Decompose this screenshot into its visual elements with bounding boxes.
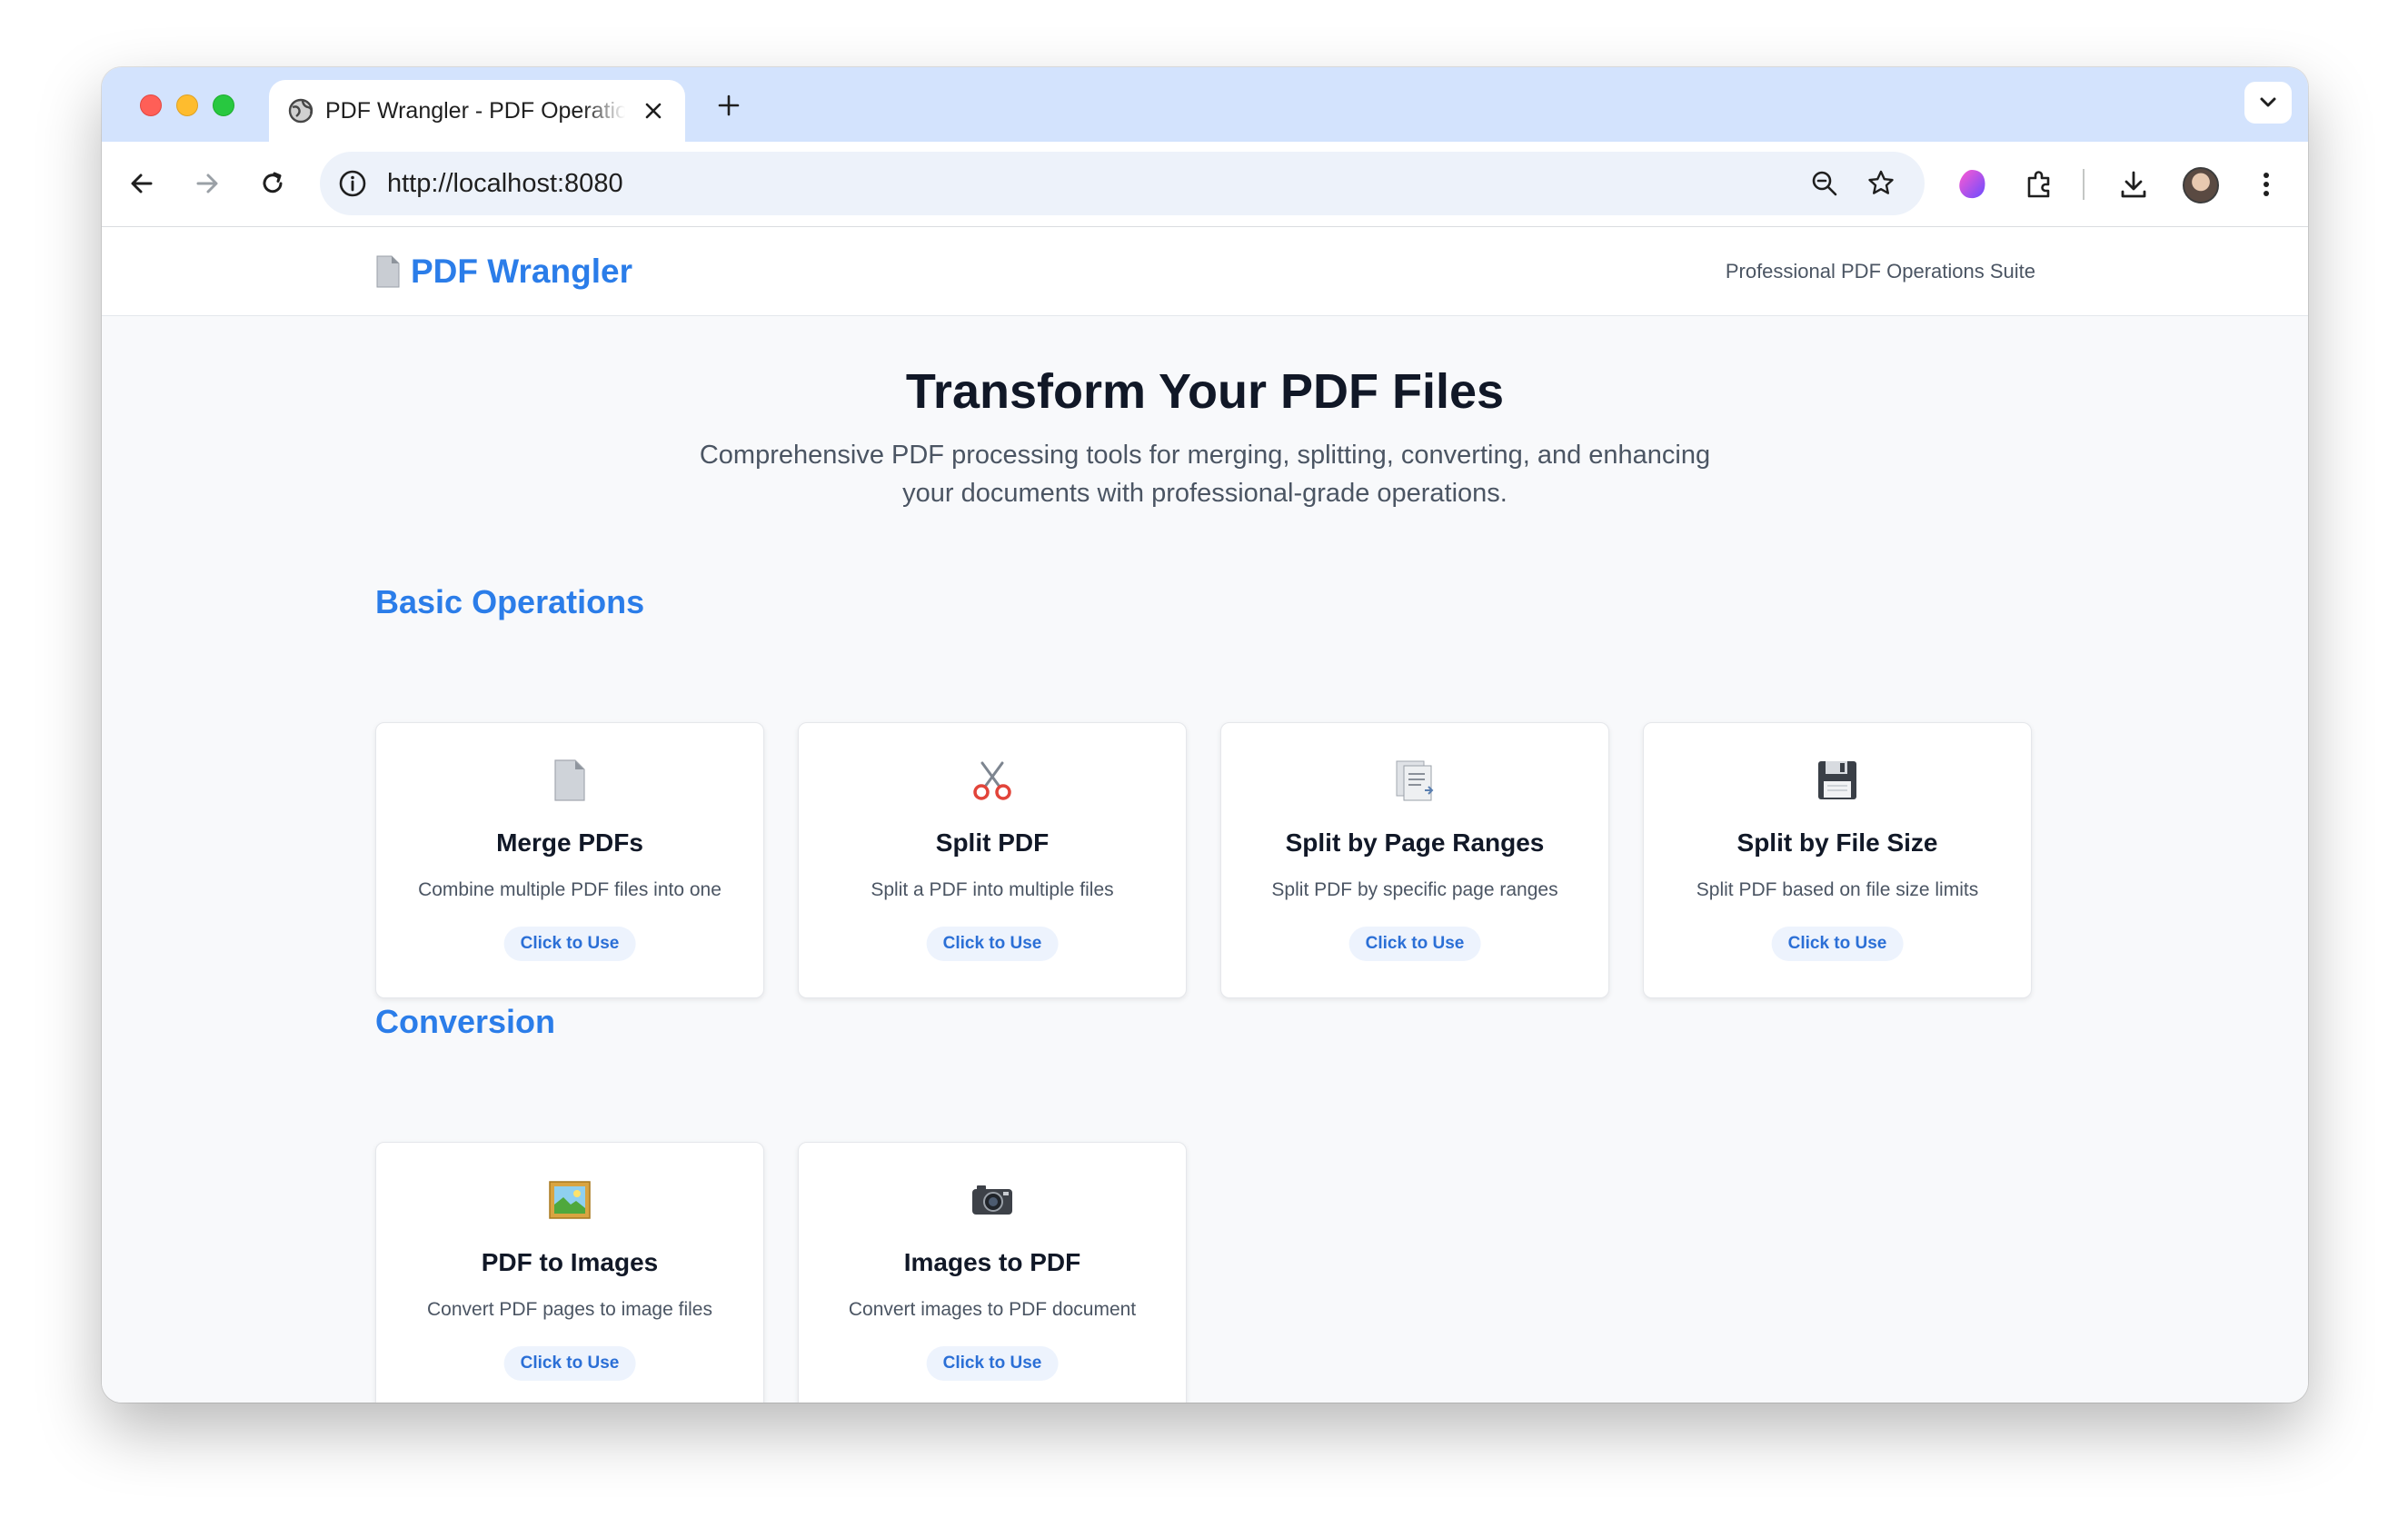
- card-description: Split PDF by specific page ranges: [1271, 879, 1558, 900]
- close-tab-icon[interactable]: [640, 97, 667, 124]
- minimize-window-button[interactable]: [176, 94, 198, 116]
- brand-name: PDF Wrangler: [411, 253, 632, 290]
- tab-title: PDF Wrangler - PDF Operations: [325, 98, 625, 124]
- bookmark-star-icon[interactable]: [1865, 167, 1897, 200]
- card-title: Split PDF: [935, 828, 1050, 857]
- url-text: http://localhost:8080: [387, 169, 623, 198]
- card-description: Split PDF based on file size limits: [1696, 879, 1979, 900]
- card-description: Split a PDF into multiple files: [871, 879, 1114, 900]
- page-viewport: PDF Wrangler Professional PDF Operations…: [102, 227, 2308, 1403]
- chevron-down-icon: [2260, 97, 2276, 107]
- card-description: Convert images to PDF document: [848, 1299, 1137, 1320]
- document-icon: [376, 756, 763, 805]
- reload-icon[interactable]: [254, 165, 291, 202]
- card-title: Merge PDFs: [496, 828, 643, 857]
- browser-toolbar: http://localhost:8080: [102, 142, 2308, 227]
- browser-tab-active[interactable]: PDF Wrangler - PDF Operations: [269, 80, 685, 142]
- card-title: Split by File Size: [1736, 828, 1938, 857]
- click-to-use-button[interactable]: Click to Use: [503, 1346, 636, 1381]
- extension-app-icon[interactable]: [1954, 166, 1990, 203]
- zoom-icon[interactable]: [1808, 167, 1841, 200]
- click-to-use-button[interactable]: Click to Use: [503, 927, 636, 961]
- card-title: Split by Page Ranges: [1285, 828, 1545, 857]
- card-images-to-pdf[interactable]: Images to PDF Convert images to PDF docu…: [798, 1142, 1187, 1403]
- close-window-button[interactable]: [140, 94, 162, 116]
- card-title: PDF to Images: [481, 1248, 659, 1276]
- download-icon[interactable]: [2115, 166, 2152, 203]
- brand-logo[interactable]: PDF Wrangler: [374, 251, 632, 293]
- card-title: Images to PDF: [903, 1248, 1081, 1276]
- globe-icon: [288, 98, 313, 124]
- card-description: Combine multiple PDF files into one: [418, 879, 721, 900]
- card-pdf-to-images[interactable]: PDF to Images Convert PDF pages to image…: [375, 1142, 764, 1403]
- toolbar-divider: [2083, 169, 2085, 200]
- forward-arrow-icon[interactable]: [189, 165, 225, 202]
- card-split-pdf[interactable]: Split PDF Split a PDF into multiple file…: [798, 722, 1187, 998]
- extensions-puzzle-icon[interactable]: [2021, 166, 2057, 203]
- scissors-icon: [799, 756, 1186, 805]
- site-header: PDF Wrangler Professional PDF Operations…: [102, 227, 2308, 316]
- card-split-by-page-ranges[interactable]: Split by Page Ranges Split PDF by specif…: [1220, 722, 1609, 998]
- card-split-by-file-size[interactable]: Split by File Size Split PDF based on fi…: [1643, 722, 2032, 998]
- new-tab-icon[interactable]: [711, 87, 747, 124]
- more-menu-icon[interactable]: [2248, 166, 2284, 203]
- site-info-icon[interactable]: [336, 167, 369, 200]
- site-tagline: Professional PDF Operations Suite: [1725, 260, 2035, 283]
- section-title-basic-operations: Basic Operations: [375, 583, 645, 620]
- click-to-use-button[interactable]: Click to Use: [926, 1346, 1059, 1381]
- floppy-disk-icon: [1644, 756, 2031, 805]
- document-icon: [376, 255, 400, 288]
- card-description: Convert PDF pages to image files: [427, 1299, 712, 1320]
- click-to-use-button[interactable]: Click to Use: [1771, 927, 1904, 961]
- card-merge-pdfs[interactable]: Merge PDFs Combine multiple PDF files in…: [375, 722, 764, 998]
- pages-icon: [1221, 756, 1608, 805]
- click-to-use-button[interactable]: Click to Use: [1348, 927, 1481, 961]
- browser-window: PDF Wrangler - PDF Operations http://loc…: [102, 67, 2308, 1403]
- camera-icon: [799, 1175, 1186, 1225]
- address-bar[interactable]: http://localhost:8080: [320, 152, 1925, 215]
- hero-subtitle: Comprehensive PDF processing tools for m…: [699, 441, 1711, 508]
- tab-strip: PDF Wrangler - PDF Operations: [102, 67, 2308, 142]
- framed-picture-icon: [376, 1175, 763, 1225]
- click-to-use-button[interactable]: Click to Use: [926, 927, 1059, 961]
- back-arrow-icon[interactable]: [124, 165, 160, 202]
- section-title-conversion: Conversion: [375, 1003, 556, 1040]
- tab-search-button[interactable]: [2244, 82, 2292, 124]
- maximize-window-button[interactable]: [213, 94, 234, 116]
- hero-title: Transform Your PDF Files: [905, 364, 1505, 419]
- profile-avatar[interactable]: [2183, 167, 2219, 203]
